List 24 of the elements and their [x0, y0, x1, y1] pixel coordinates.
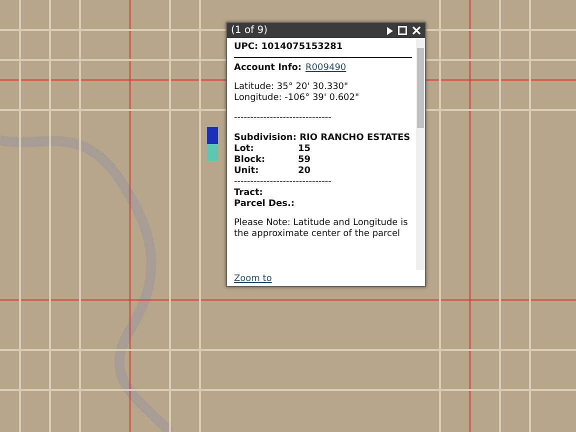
field-label: Lot: [234, 144, 255, 155]
note-text: Please Note: Latitude and Longitude is the approximate center of the parcel [234, 218, 409, 240]
separator-text: ------------------------------ [234, 113, 332, 124]
separator-text: ------------------------------ [234, 177, 332, 188]
account-link[interactable]: R009490 [306, 63, 346, 74]
longitude-text: Longitude: -106° 39' 0.602" [234, 93, 360, 104]
maximize-icon[interactable] [398, 26, 407, 35]
zoom-to-link[interactable]: Zoom to [234, 274, 272, 284]
popup-title: (1 of 9) [231, 25, 269, 36]
field-value: 59 [298, 155, 311, 166]
field-value: 20 [298, 166, 311, 177]
field-label: Block: [234, 155, 266, 166]
field-label: Unit: [234, 166, 260, 177]
field-value: 15 [298, 144, 311, 155]
account-label: Account Info: [234, 63, 302, 74]
latitude-text: Latitude: 35° 20' 30.330" [234, 82, 350, 93]
upc-text: UPC: 1014075153281 [234, 42, 344, 53]
subdivision-text: Subdivision: RIO RANCHO ESTATES [234, 133, 412, 144]
close-icon[interactable] [412, 26, 421, 35]
marker-icon[interactable] [207, 127, 218, 161]
field-label: Tract: [234, 188, 264, 199]
field-label: Parcel Des.: [234, 199, 296, 210]
play-icon[interactable] [387, 26, 393, 34]
scrollbar[interactable] [416, 38, 425, 270]
